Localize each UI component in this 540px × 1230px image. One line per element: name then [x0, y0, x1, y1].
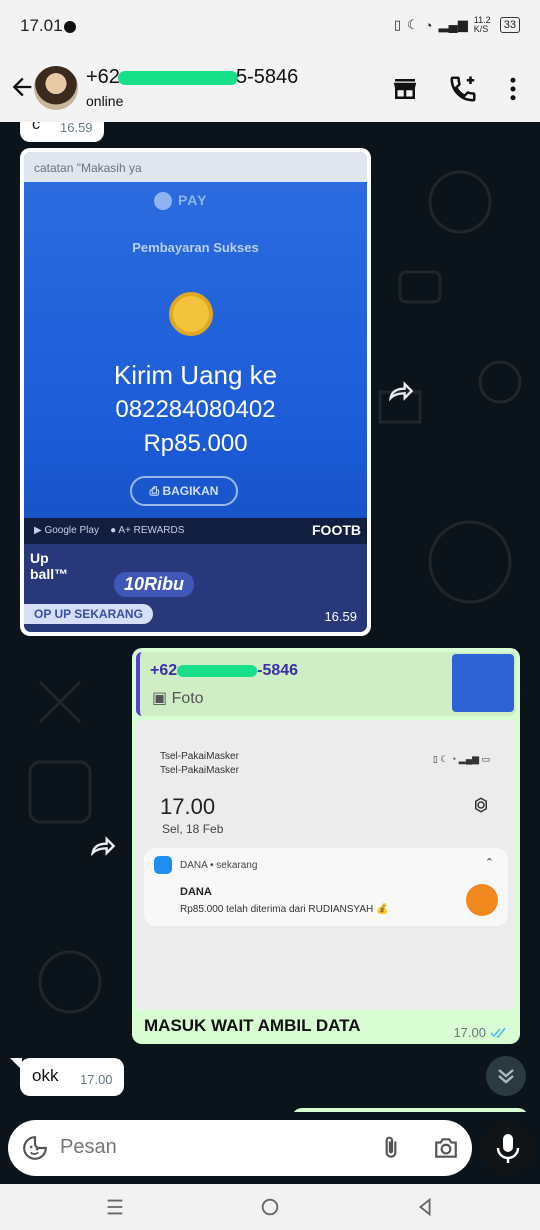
- screenshot-time: 17.00: [160, 794, 216, 819]
- message-time: 16.59: [60, 122, 93, 135]
- screenshot-operator: Tsel-PakaiMasker Tsel-PakaiMasker: [160, 751, 239, 776]
- image-top-note: catatan "Makasih ya: [24, 152, 367, 182]
- contact-status: online: [86, 93, 124, 109]
- shop-icon[interactable]: [390, 74, 420, 104]
- image-phone-number: 082284080402: [115, 396, 276, 423]
- promo-line: Up ball™: [30, 550, 69, 582]
- back-arrow-icon[interactable]: [8, 72, 36, 102]
- status-bar: 17.01 ▯ ☾ ◔ ▂▄▆ 11.2 K/S 33: [0, 0, 540, 56]
- net-speed: 11.2 K/S: [473, 15, 491, 34]
- home-icon[interactable]: [259, 1196, 281, 1218]
- system-nav-bar: [0, 1184, 540, 1230]
- double-chevron-down-icon: [498, 1069, 514, 1084]
- chat-header: +62 5-5846 online: [0, 56, 540, 122]
- message-placeholder: Pesan: [60, 1136, 117, 1158]
- moon-icon: ☾: [407, 17, 419, 32]
- chat-area[interactable]: c 16.59 catatan "Makasih ya PAY Pembayar…: [0, 122, 540, 1116]
- wifi-icon: ◔: [424, 17, 433, 33]
- quoted-sender: +62 -5846: [150, 662, 299, 679]
- camera-icon[interactable]: [432, 1135, 460, 1161]
- message-time: 17.00: [80, 1072, 113, 1087]
- image-promo: Up ball™ 10Ribu OP UP SEKARANG: [24, 544, 367, 632]
- signal-icon: ▂▄▆: [438, 17, 468, 32]
- recent-apps-icon[interactable]: [104, 1196, 126, 1218]
- voice-record-button[interactable]: [480, 1120, 536, 1176]
- quoted-type: ▣ Foto: [152, 690, 204, 707]
- promo-voucher: 10Ribu: [114, 572, 195, 597]
- message-bubble[interactable]: okk 17.00: [20, 1058, 124, 1096]
- image-brand: FOOTB: [312, 522, 361, 538]
- sticker-icon[interactable]: [22, 1135, 48, 1161]
- quoted-thumbnail: [452, 654, 514, 712]
- contact-name-prefix: +62: [86, 66, 120, 88]
- image-amount: Rp85.000: [143, 430, 248, 457]
- status-icons: ▯ ☾ ◔ ▂▄▆ 11.2 K/S 33: [394, 16, 520, 34]
- image-message[interactable]: catatan "Makasih ya PAY Pembayaran Sukse…: [20, 148, 371, 636]
- status-time: 17.01: [20, 16, 63, 35]
- message-text: c: [32, 122, 40, 133]
- attach-icon[interactable]: [378, 1134, 404, 1162]
- screenshot-date: Sel, 18 Feb: [162, 822, 224, 836]
- screenshot-notification: DANA • sekarang ⌃ DANA Rp85.000 telah di…: [144, 848, 508, 926]
- message-caption: MASUK WAIT AMBIL DATA: [144, 1016, 361, 1035]
- input-bar: Pesan: [0, 1112, 540, 1184]
- message-text: okk: [32, 1066, 59, 1085]
- screenshot-settings-icon: [475, 797, 487, 813]
- notification-dot-icon: [64, 21, 76, 33]
- microphone-icon: [496, 1134, 520, 1163]
- quoted-message[interactable]: +62 -5846 ▣ Foto: [136, 652, 516, 716]
- vibrate-icon: ▯: [393, 17, 402, 32]
- redaction-mark: [117, 70, 238, 85]
- forward-icon[interactable]: [386, 377, 414, 405]
- back-nav-icon[interactable]: [414, 1196, 436, 1218]
- contact-name[interactable]: +62 5-5846: [86, 66, 298, 89]
- screenshot-status-icons: ▯ ☾ ◔ ▂▄▆ ▭: [432, 754, 490, 764]
- payment-screenshot-image[interactable]: catatan "Makasih ya PAY Pembayaran Sukse…: [24, 152, 367, 632]
- message-meta: 17.00: [453, 1025, 510, 1040]
- notification-title: DANA: [180, 886, 212, 898]
- message-bubble[interactable]: c 16.59: [20, 122, 104, 142]
- notification-app: DANA • sekarang: [180, 860, 258, 871]
- forward-icon[interactable]: [88, 832, 116, 860]
- notification-avatar: [466, 884, 498, 916]
- message-time: 16.59: [324, 609, 357, 624]
- notification-body: Rp85.000 telah diterima dari RUDIANSYAH …: [180, 904, 389, 915]
- image-payment-status: Pembayaran Sukses: [132, 240, 259, 255]
- reply-message[interactable]: +62 -5846 ▣ Foto Tsel-PakaiMasker Tsel-Pak…: [132, 648, 520, 1044]
- add-call-icon[interactable]: [448, 74, 478, 104]
- more-options-icon[interactable]: [498, 74, 528, 104]
- promo-cta: OP UP SEKARANG: [24, 604, 153, 624]
- image-share-button: ⎙ BAGIKAN: [130, 476, 238, 506]
- success-coin-icon: [169, 292, 213, 336]
- contact-name-suffix: 5-5846: [235, 66, 299, 88]
- chevron-up-icon: ⌃: [484, 857, 494, 869]
- read-ticks-icon: [490, 1027, 506, 1038]
- message-input[interactable]: Pesan: [8, 1120, 472, 1176]
- notification-screenshot-image[interactable]: Tsel-PakaiMasker Tsel-PakaiMasker ▯ ☾ ◔ ▂…: [136, 720, 516, 1010]
- dana-logo-icon: [154, 856, 172, 874]
- scroll-to-bottom-button[interactable]: [486, 1056, 526, 1096]
- battery-icon: 33: [499, 17, 520, 33]
- message-time: 17.00: [453, 1025, 486, 1040]
- image-pay-logo: PAY: [154, 192, 207, 211]
- image-title: Kirim Uang ke: [113, 360, 278, 390]
- contact-avatar[interactable]: [34, 66, 78, 110]
